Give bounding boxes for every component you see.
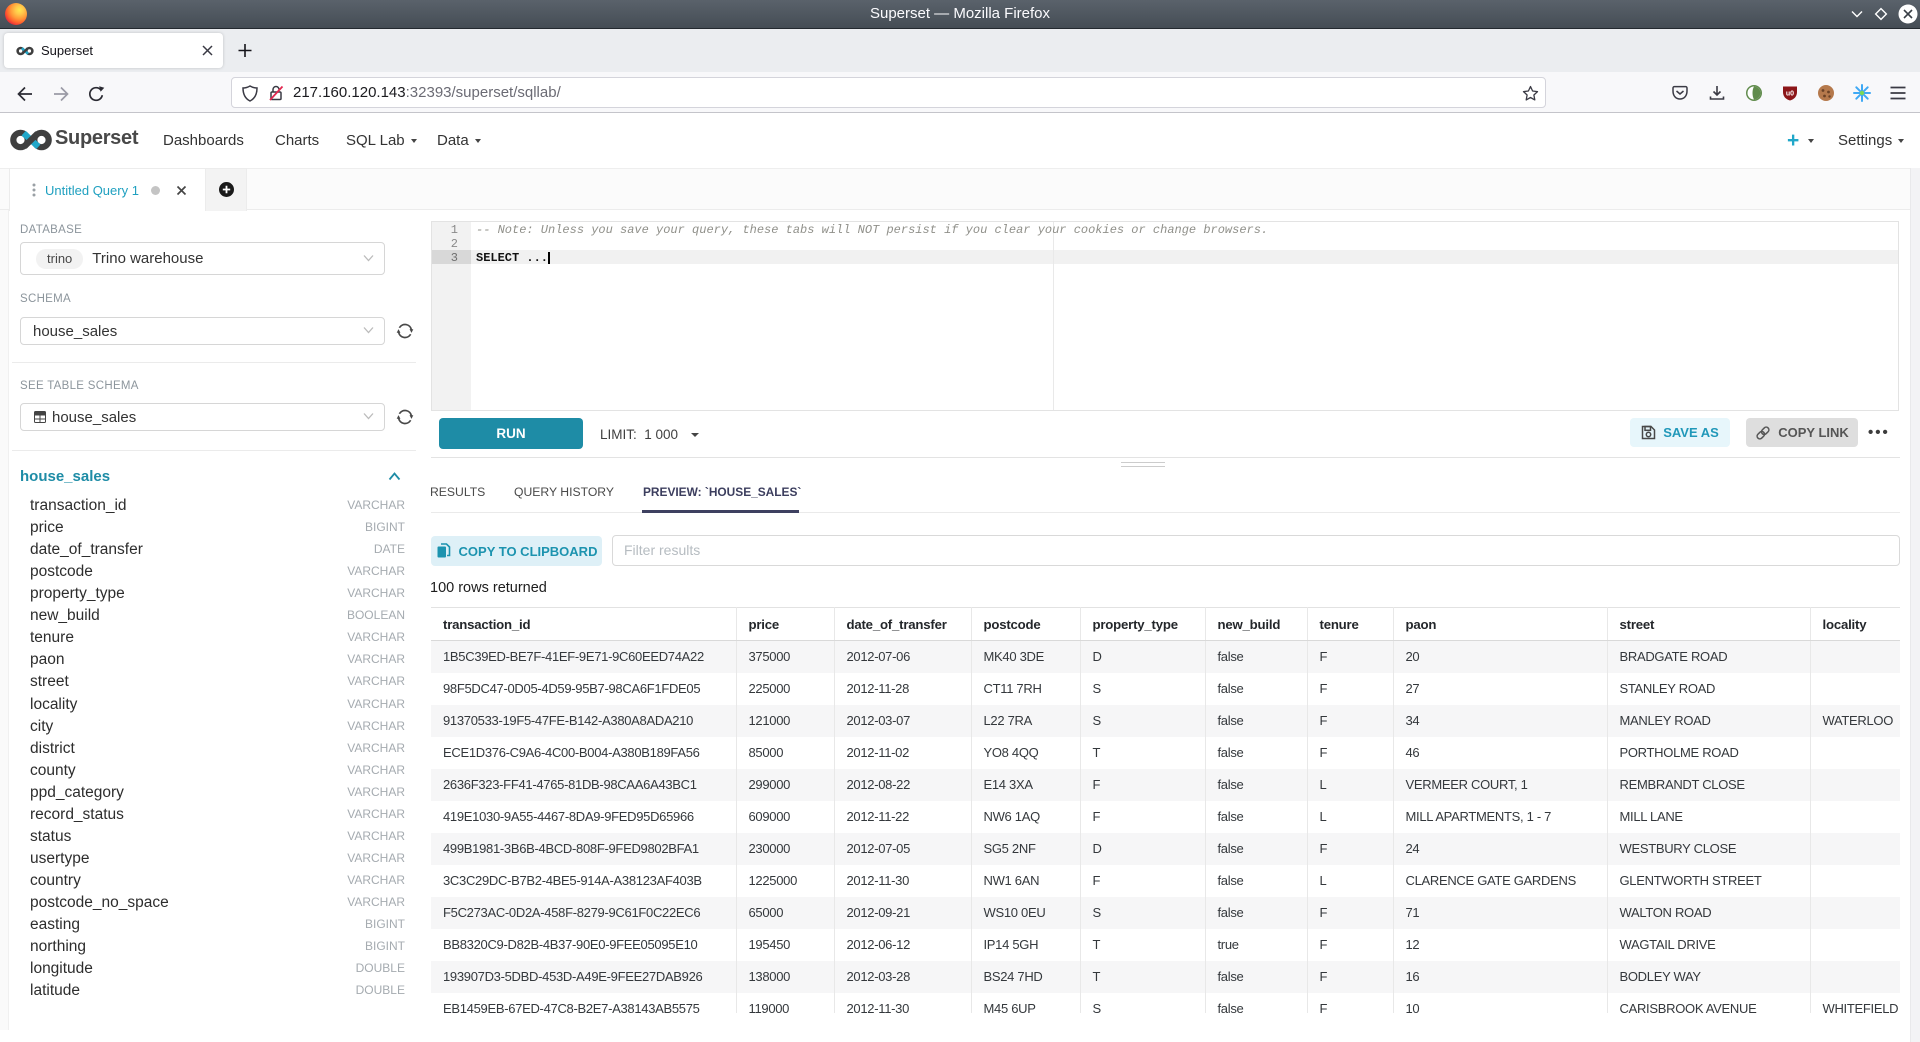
svg-text:u0: u0	[1786, 91, 1794, 98]
